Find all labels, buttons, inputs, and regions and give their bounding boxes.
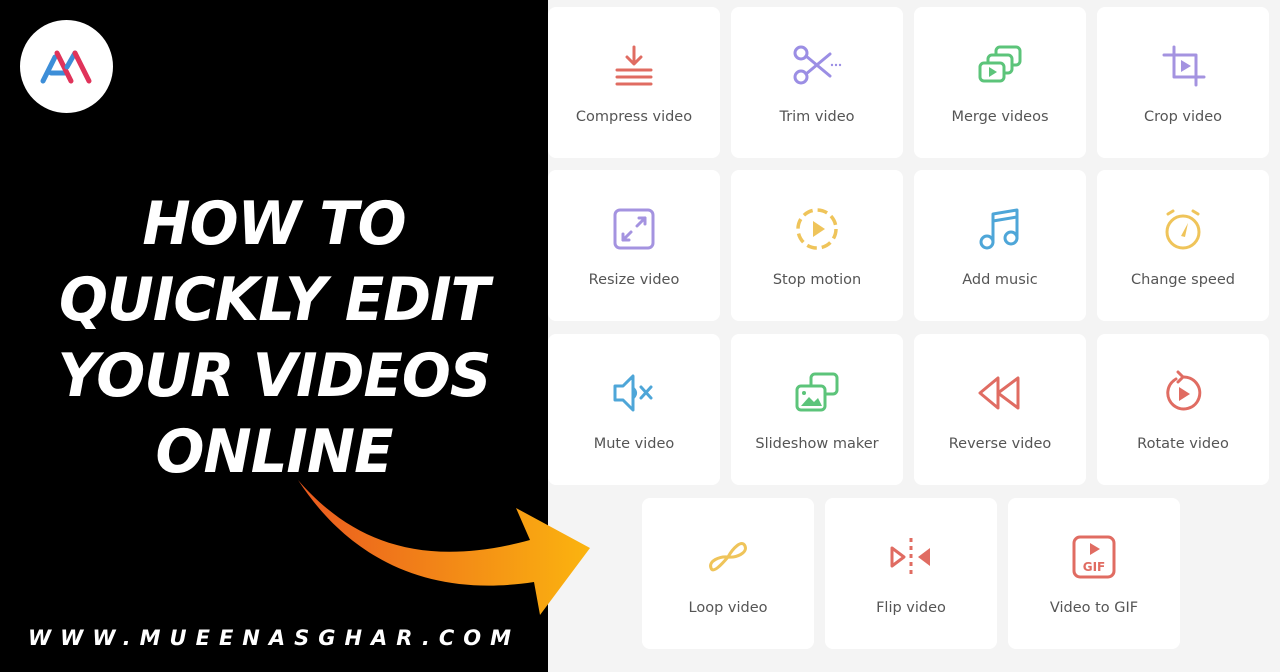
headline-line: HOW TO bbox=[142, 189, 406, 259]
compress-icon bbox=[609, 41, 659, 91]
tool-label: Slideshow maker bbox=[755, 436, 879, 452]
tool-card-slideshow-maker[interactable]: Slideshow maker bbox=[731, 334, 903, 485]
tool-card-change-speed[interactable]: Change speed bbox=[1097, 170, 1269, 321]
website-url: WWW.MUEENASGHAR.COM bbox=[28, 626, 520, 650]
tool-label: Crop video bbox=[1143, 109, 1223, 125]
tool-card-resize-video[interactable]: Resize video bbox=[548, 170, 720, 321]
rewind-icon bbox=[975, 368, 1025, 418]
tool-label: Resize video bbox=[588, 272, 680, 288]
tool-card-compress-video[interactable]: Compress video bbox=[548, 7, 720, 158]
stop-motion-icon bbox=[792, 204, 842, 254]
rotate-icon bbox=[1158, 368, 1208, 418]
tool-card-loop-video[interactable]: Loop video bbox=[642, 498, 814, 649]
tool-label: Reverse video bbox=[948, 436, 1052, 452]
loop-icon bbox=[703, 532, 753, 582]
tool-card-crop-video[interactable]: Crop video bbox=[1097, 7, 1269, 158]
tool-card-stop-motion[interactable]: Stop motion bbox=[731, 170, 903, 321]
tool-label: Compress video bbox=[575, 109, 693, 125]
am-logo-icon bbox=[40, 50, 91, 83]
tool-card-video-to-gif[interactable]: GIF Video to GIF bbox=[1008, 498, 1180, 649]
tool-card-rotate-video[interactable]: Rotate video bbox=[1097, 334, 1269, 485]
svg-text:GIF: GIF bbox=[1083, 560, 1106, 574]
music-note-icon bbox=[975, 204, 1025, 254]
tool-label: Add music bbox=[962, 272, 1038, 288]
tool-label: Change speed bbox=[1131, 272, 1235, 288]
tool-label: Trim video bbox=[779, 109, 855, 125]
tool-card-merge-videos[interactable]: Merge videos bbox=[914, 7, 1086, 158]
headline-line: YOUR VIDEOS bbox=[57, 341, 492, 411]
tool-label: Mute video bbox=[593, 436, 675, 452]
slideshow-icon bbox=[792, 368, 842, 418]
headline: HOW TO QUICKLY EDIT YOUR VIDEOS ONLINE bbox=[11, 186, 537, 490]
gif-icon: GIF bbox=[1069, 532, 1119, 582]
stopwatch-icon bbox=[1158, 204, 1208, 254]
mute-icon bbox=[609, 368, 659, 418]
tool-card-mute-video[interactable]: Mute video bbox=[548, 334, 720, 485]
headline-line: QUICKLY EDIT bbox=[59, 265, 490, 335]
resize-icon bbox=[609, 204, 659, 254]
crop-icon bbox=[1158, 41, 1208, 91]
tool-card-reverse-video[interactable]: Reverse video bbox=[914, 334, 1086, 485]
tool-label: Flip video bbox=[876, 600, 946, 616]
tool-label: Stop motion bbox=[772, 272, 862, 288]
tool-label: Loop video bbox=[688, 600, 768, 616]
tool-label: Rotate video bbox=[1137, 436, 1229, 452]
merge-icon bbox=[975, 41, 1025, 91]
tool-card-trim-video[interactable]: Trim video bbox=[731, 7, 903, 158]
arrow-icon bbox=[298, 480, 590, 615]
tool-card-add-music[interactable]: Add music bbox=[914, 170, 1086, 321]
flip-icon bbox=[886, 532, 936, 582]
tool-label: Merge videos bbox=[951, 109, 1049, 125]
tool-card-flip-video[interactable]: Flip video bbox=[825, 498, 997, 649]
scissors-icon bbox=[792, 41, 842, 91]
brand-logo bbox=[20, 20, 113, 113]
tool-label: Video to GIF bbox=[1049, 600, 1139, 616]
